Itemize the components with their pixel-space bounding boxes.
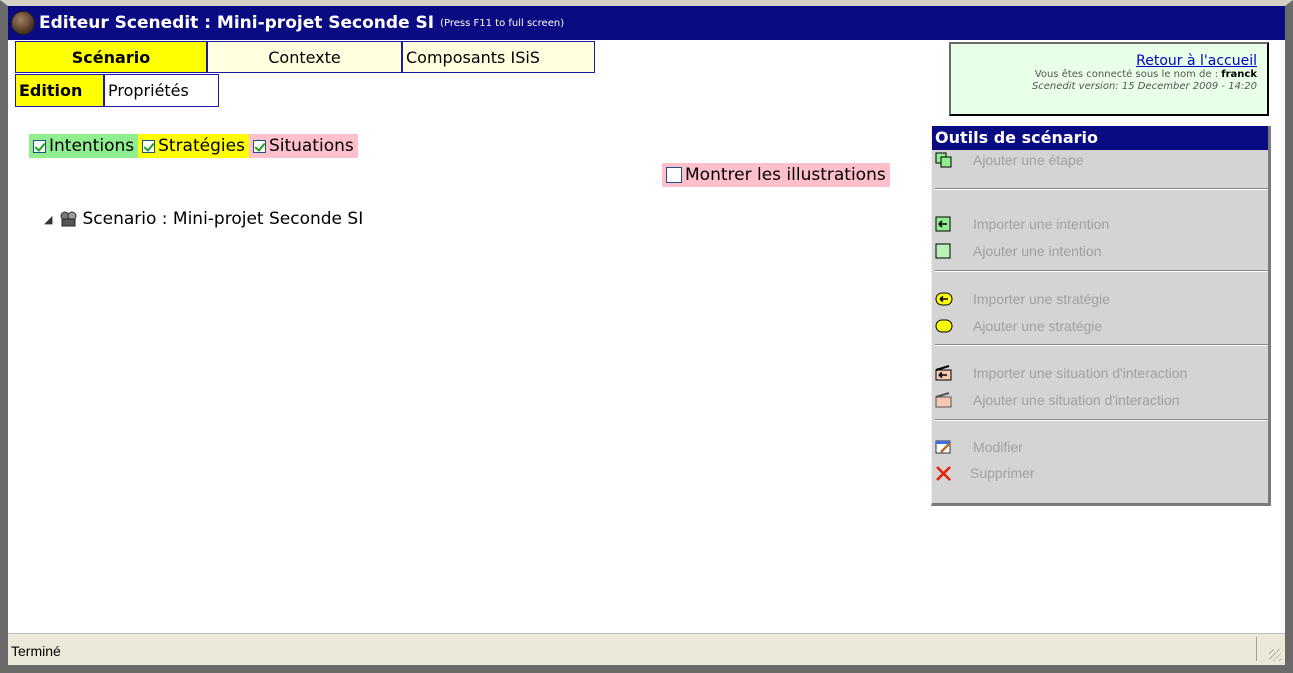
tools-title: Outils de scénario: [932, 126, 1268, 150]
subtab-proprietes[interactable]: Propriétés: [104, 74, 219, 107]
add-strategy-icon: [935, 318, 953, 334]
tool-delete[interactable]: Supprimer: [932, 465, 1035, 481]
version-info: Scenedit version: 15 December 2009 - 14:…: [1031, 81, 1257, 92]
tool-add-step[interactable]: Ajouter une étape: [932, 152, 1084, 168]
intentions-label: Intentions: [49, 136, 135, 156]
intentions-checkbox[interactable]: [33, 139, 46, 153]
tree-root-label[interactable]: Scenario : Mini-projet Seconde SI: [82, 209, 363, 229]
tool-import-strategy[interactable]: Importer une stratégie: [932, 291, 1110, 307]
tools-separator: [935, 270, 1268, 272]
tab-composants-isis[interactable]: Composants ISiS: [402, 41, 595, 73]
tool-label: Ajouter une étape: [973, 152, 1084, 168]
tab-contexte[interactable]: Contexte: [207, 41, 402, 73]
resize-grip-icon[interactable]: [1269, 649, 1281, 661]
tool-label: Ajouter une situation d'interaction: [973, 392, 1180, 408]
tool-edit[interactable]: Modifier: [932, 439, 1023, 455]
app-icon: [11, 11, 35, 35]
user-info-box: Retour à l'accueil Vous êtes connecté so…: [949, 42, 1269, 116]
window-title: Editeur Scenedit : Mini-projet Seconde S…: [39, 13, 435, 33]
tool-add-strategy[interactable]: Ajouter une stratégie: [932, 318, 1102, 334]
connected-as: Vous êtes connecté sous le nom de : fran…: [1034, 69, 1257, 80]
tool-label: Modifier: [973, 439, 1023, 455]
tool-label: Importer une situation d'interaction: [973, 365, 1188, 381]
filter-situations[interactable]: Situations: [248, 134, 358, 158]
status-divider: [1256, 637, 1257, 661]
add-intention-icon: [935, 243, 953, 259]
tool-import-situation[interactable]: Importer une situation d'interaction: [932, 365, 1187, 381]
show-illustrations[interactable]: Montrer les illustrations: [662, 163, 890, 187]
delete-icon: [935, 465, 953, 481]
tools-panel: Outils de scénario Ajouter une étape Imp…: [931, 126, 1271, 506]
situations-checkbox[interactable]: [252, 139, 266, 153]
subtab-edition[interactable]: Edition: [15, 74, 104, 107]
add-situation-icon: [935, 392, 953, 408]
illustrations-label: Montrer les illustrations: [685, 165, 886, 185]
filter-strategies[interactable]: Stratégies: [138, 134, 249, 158]
tool-label: Supprimer: [970, 465, 1035, 481]
scenario-icon: [60, 211, 78, 227]
status-bar: Terminé: [8, 633, 1285, 665]
tools-separator: [935, 419, 1268, 421]
strategies-label: Stratégies: [158, 136, 245, 156]
situations-label: Situations: [268, 136, 354, 156]
tool-add-situation[interactable]: Ajouter une situation d'interaction: [932, 392, 1180, 408]
tool-label: Ajouter une intention: [973, 243, 1102, 259]
import-situation-icon: [935, 365, 953, 381]
filter-bar: Intentions Stratégies Situations: [29, 134, 358, 158]
status-text: Terminé: [11, 643, 61, 659]
tool-label: Ajouter une stratégie: [973, 318, 1103, 334]
tool-add-intention[interactable]: Ajouter une intention: [932, 243, 1101, 259]
tool-label: Importer une stratégie: [973, 291, 1110, 307]
edit-icon: [935, 439, 953, 455]
strategies-checkbox[interactable]: [142, 139, 156, 153]
add-step-icon: [935, 152, 953, 168]
tree-expand-icon[interactable]: ◢: [44, 213, 52, 226]
import-strategy-icon: [935, 291, 953, 307]
illustrations-checkbox[interactable]: [666, 167, 682, 183]
filter-intentions[interactable]: Intentions: [29, 134, 139, 158]
tool-import-intention[interactable]: Importer une intention: [932, 216, 1109, 232]
scenario-tree: ◢ Scenario : Mini-projet Seconde SI: [44, 209, 363, 229]
import-intention-icon: [935, 216, 953, 232]
fullscreen-hint: (Press F11 to full screen): [440, 17, 565, 29]
tab-scenario[interactable]: Scénario: [15, 41, 207, 73]
tools-separator: [935, 188, 1268, 190]
tool-label: Importer une intention: [973, 216, 1110, 232]
home-link[interactable]: Retour à l'accueil: [1136, 53, 1257, 69]
username: franck: [1221, 69, 1257, 80]
title-bar: Editeur Scenedit : Mini-projet Seconde S…: [8, 6, 1285, 40]
tools-separator: [935, 344, 1268, 346]
